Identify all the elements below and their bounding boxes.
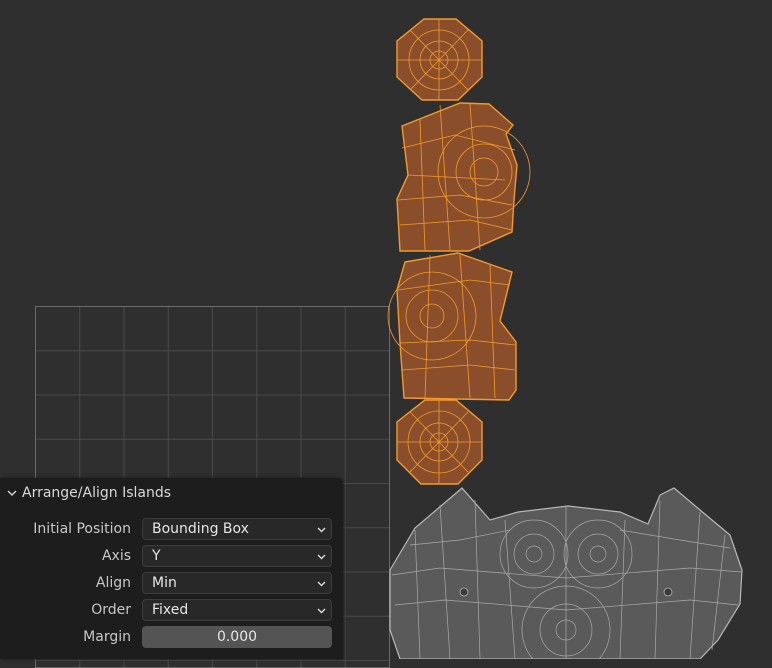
chevron-down-icon	[317, 554, 326, 560]
uv-island-selected[interactable]	[396, 399, 483, 485]
uv-island-unselected[interactable]	[389, 487, 743, 659]
field-align: Align Min	[0, 572, 343, 594]
align-dropdown[interactable]: Min	[142, 572, 332, 594]
chevron-down-icon	[317, 527, 326, 533]
order-dropdown[interactable]: Fixed	[142, 599, 332, 621]
chevron-down-icon	[7, 490, 17, 497]
field-label: Margin	[83, 629, 131, 645]
initial-position-dropdown[interactable]: Bounding Box	[142, 518, 332, 540]
panel-header[interactable]: Arrange/Align Islands	[0, 478, 343, 508]
field-initial-position: Initial Position Bounding Box	[0, 518, 343, 540]
field-order: Order Fixed	[0, 599, 343, 621]
field-axis: Axis Y	[0, 545, 343, 567]
field-label: Align	[95, 575, 131, 591]
operator-panel: Arrange/Align Islands Initial Position B…	[0, 478, 343, 659]
dropdown-value: Y	[152, 548, 161, 564]
chevron-down-icon	[317, 581, 326, 587]
dropdown-value: Bounding Box	[152, 521, 249, 537]
panel-title: Arrange/Align Islands	[22, 485, 172, 501]
uv-island-selected[interactable]	[387, 252, 517, 401]
field-label: Order	[91, 602, 131, 618]
axis-dropdown[interactable]: Y	[142, 545, 332, 567]
uv-island-selected[interactable]	[396, 18, 483, 101]
chevron-down-icon	[317, 608, 326, 614]
dropdown-value: Fixed	[152, 602, 189, 618]
margin-number-field[interactable]: 0.000	[142, 626, 332, 648]
dropdown-value: Min	[152, 575, 177, 591]
field-label: Axis	[101, 548, 131, 564]
field-label: Initial Position	[33, 521, 131, 537]
field-margin: Margin 0.000	[0, 626, 343, 648]
uv-island-selected[interactable]	[396, 102, 531, 252]
